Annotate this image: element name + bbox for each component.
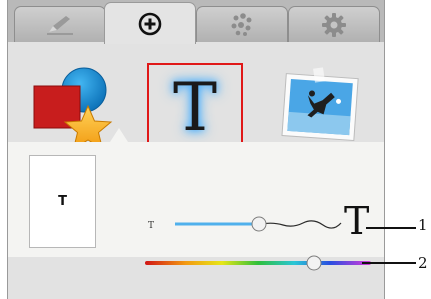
- pencil-icon: [47, 15, 73, 35]
- font-size-slider[interactable]: [173, 216, 343, 232]
- color-track: [145, 261, 371, 265]
- callout-line-2: [362, 262, 416, 264]
- photo-option[interactable]: [274, 66, 364, 146]
- font-size-track: [260, 220, 342, 229]
- add-panel: T T T T: [7, 0, 385, 299]
- text-preview: T: [29, 155, 96, 248]
- tab-bar: [8, 0, 384, 44]
- tab-draw[interactable]: [14, 6, 106, 42]
- dots-cluster-icon: [231, 12, 252, 36]
- gear-icon: [322, 12, 346, 37]
- tab-add[interactable]: [104, 2, 196, 44]
- photo-icon: [281, 67, 359, 142]
- size-min-label: T: [148, 221, 155, 231]
- callout-label-1: 1: [418, 216, 428, 234]
- plus-circle-icon: [138, 12, 162, 35]
- tab-settings[interactable]: [288, 6, 380, 42]
- callout-label-2: 2: [418, 254, 428, 272]
- text-option[interactable]: T: [147, 63, 243, 153]
- tab-effects[interactable]: [196, 6, 288, 42]
- selection-pointer: [110, 128, 128, 142]
- font-size-thumb[interactable]: [251, 216, 267, 232]
- preview-text: T: [58, 194, 67, 209]
- color-slider[interactable]: [143, 254, 373, 272]
- color-thumb[interactable]: [306, 255, 322, 271]
- callout-line-1: [366, 227, 416, 229]
- size-max-label: T: [344, 199, 370, 243]
- text-option-glyph: T: [172, 69, 218, 146]
